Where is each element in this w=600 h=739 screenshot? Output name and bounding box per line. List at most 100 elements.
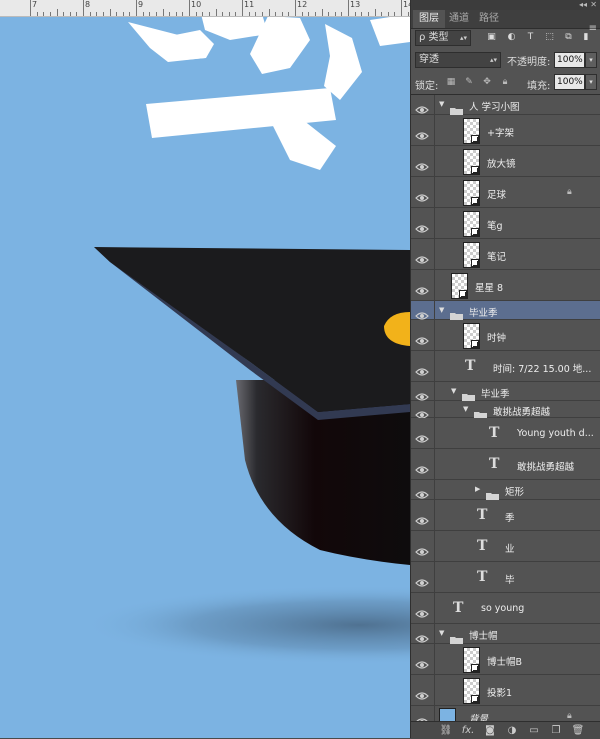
filter-pixel-icon[interactable]: ▣ (485, 31, 498, 44)
visibility-eye-icon[interactable] (415, 542, 431, 556)
layer-name[interactable]: 敢挑战勇超越 (493, 404, 550, 418)
fx-icon[interactable]: fx. (461, 724, 475, 737)
layer-name[interactable]: 毕业季 (469, 305, 498, 319)
visibility-eye-icon[interactable] (415, 686, 431, 700)
layer-row[interactable]: +字架 (411, 115, 600, 146)
layer-row[interactable]: T毕 (411, 562, 600, 593)
layer-name[interactable]: 笔g (487, 218, 503, 232)
link-icon[interactable]: ⛓︎ (439, 724, 453, 737)
document-canvas[interactable]: 7 8 9 10 11 12 13 14 (0, 0, 410, 738)
visibility-eye-icon[interactable] (415, 655, 431, 669)
expand-triangle-icon[interactable]: ▼ (439, 629, 444, 637)
tab-channels[interactable]: 通道 (443, 10, 475, 28)
lock-position-icon[interactable]: ✥ (481, 76, 493, 88)
visibility-eye-icon[interactable] (415, 188, 431, 202)
visibility-eye-icon[interactable] (415, 306, 431, 320)
layer-name[interactable]: 投影1 (487, 685, 512, 699)
layer-name[interactable]: 博士帽 (469, 628, 498, 642)
layer-row[interactable]: ▼ 人 学习小图 (411, 95, 600, 116)
layer-row[interactable]: 放大镜 (411, 146, 600, 177)
visibility-eye-icon[interactable] (415, 387, 431, 401)
trash-icon[interactable]: 🗑︎ (571, 724, 585, 737)
filter-shape-icon[interactable]: ⬚ (543, 31, 556, 44)
visibility-eye-icon[interactable] (415, 331, 431, 345)
lock-paint-icon[interactable]: ✎ (463, 76, 475, 88)
layer-row[interactable]: T Young youth d... (411, 418, 600, 449)
layer-row[interactable]: 博士帽B (411, 644, 600, 675)
layer-name[interactable]: +字架 (487, 125, 514, 139)
adjustment-icon[interactable]: ◑ (505, 724, 519, 737)
collapsed-triangle-icon[interactable]: ▶ (475, 485, 480, 493)
visibility-eye-icon[interactable] (415, 157, 431, 171)
tab-layers[interactable]: 图层 (413, 10, 445, 28)
visibility-eye-icon[interactable] (415, 281, 431, 295)
visibility-eye-icon[interactable] (415, 250, 431, 264)
layer-name[interactable]: 毕 (505, 572, 515, 586)
visibility-eye-icon[interactable] (415, 511, 431, 525)
layer-name[interactable]: 足球 (487, 187, 506, 201)
layer-row[interactable]: 投影1 (411, 675, 600, 706)
layer-name[interactable]: 毕业季 (481, 386, 510, 400)
expand-triangle-icon[interactable]: ▼ (439, 100, 444, 108)
layer-name[interactable]: 敢挑战勇超越 (517, 459, 574, 473)
layer-name[interactable]: 放大镜 (487, 156, 516, 170)
layer-row[interactable]: ▶ 矩形 (411, 480, 600, 501)
layer-filter-select[interactable]: ρ 类型 ▴▾ (415, 30, 471, 46)
layer-row[interactable]: T 时间: 7/22 15.00 地... (411, 351, 600, 382)
layer-name[interactable]: Young youth d... (517, 428, 594, 439)
layer-row[interactable]: 星星 8 (411, 270, 600, 301)
expand-triangle-icon[interactable]: ▼ (439, 306, 444, 314)
fill-dropdown-icon[interactable]: ▾ (585, 74, 597, 90)
visibility-eye-icon[interactable] (415, 362, 431, 376)
tab-paths[interactable]: 路径 (473, 10, 505, 28)
expand-triangle-icon[interactable]: ▼ (463, 405, 468, 413)
layer-row[interactable]: 笔g (411, 208, 600, 239)
layer-name[interactable]: 人 学习小图 (469, 99, 520, 113)
layer-name[interactable]: 业 (505, 541, 515, 555)
blend-mode-select[interactable]: 穿透 ▴▾ (415, 52, 501, 68)
visibility-eye-icon[interactable] (415, 573, 431, 587)
filter-smart-object-icon[interactable]: ⧉ (562, 31, 575, 44)
fill-input[interactable]: 100% (554, 74, 585, 90)
layer-name[interactable]: 季 (505, 510, 515, 524)
visibility-eye-icon[interactable] (415, 604, 431, 618)
lock-transparent-icon[interactable]: ▦ (445, 76, 457, 88)
layer-name[interactable]: so young (481, 603, 524, 614)
layer-row[interactable]: 背景 🔒︎ (411, 706, 600, 722)
mask-icon[interactable]: ◙ (483, 724, 497, 737)
close-icon[interactable]: ✕ (590, 0, 597, 10)
collapse-icon[interactable]: ◂◂ (579, 0, 587, 10)
visibility-eye-icon[interactable] (415, 126, 431, 140)
layer-row[interactable]: Tso young (411, 593, 600, 624)
layer-row[interactable]: 足球 🔒︎ (411, 177, 600, 208)
layer-row[interactable]: T季 (411, 500, 600, 531)
filter-adjustment-icon[interactable]: ◐ (505, 31, 518, 44)
layer-row[interactable]: ▼ 毕业季 (411, 382, 600, 402)
layer-name[interactable]: 星星 8 (475, 280, 503, 294)
lock-all-icon[interactable]: 🔒︎ (499, 76, 511, 88)
visibility-eye-icon[interactable] (415, 100, 431, 114)
layer-row[interactable]: 时钟 (411, 320, 600, 351)
layer-name[interactable]: 笔记 (487, 249, 506, 263)
visibility-eye-icon[interactable] (415, 429, 431, 443)
visibility-eye-icon[interactable] (415, 629, 431, 643)
layer-name[interactable]: 时间: 7/22 15.00 地... (493, 361, 591, 375)
new-layer-icon[interactable]: ❐ (549, 724, 563, 737)
visibility-eye-icon[interactable] (415, 485, 431, 499)
filter-toggle-icon[interactable]: ▮ (581, 31, 591, 44)
opacity-input[interactable]: 100% (554, 52, 585, 68)
visibility-eye-icon[interactable] (415, 219, 431, 233)
filter-type-icon[interactable]: T (524, 31, 537, 44)
layer-row[interactable]: 笔记 (411, 239, 600, 270)
layer-row[interactable]: ▼ 博士帽 (411, 624, 600, 645)
expand-triangle-icon[interactable]: ▼ (451, 387, 456, 395)
layer-row[interactable]: ▼ 毕业季 (411, 301, 600, 321)
layer-name[interactable]: 时钟 (487, 330, 506, 344)
layer-row[interactable]: ▼ 敢挑战勇超越 (411, 401, 600, 420)
layer-name[interactable]: 矩形 (505, 484, 524, 498)
new-group-icon[interactable]: ▭ (527, 724, 541, 737)
layer-name[interactable]: 博士帽B (487, 654, 522, 668)
visibility-eye-icon[interactable] (415, 460, 431, 474)
layer-row[interactable]: T业 (411, 531, 600, 562)
opacity-dropdown-icon[interactable]: ▾ (585, 52, 597, 68)
